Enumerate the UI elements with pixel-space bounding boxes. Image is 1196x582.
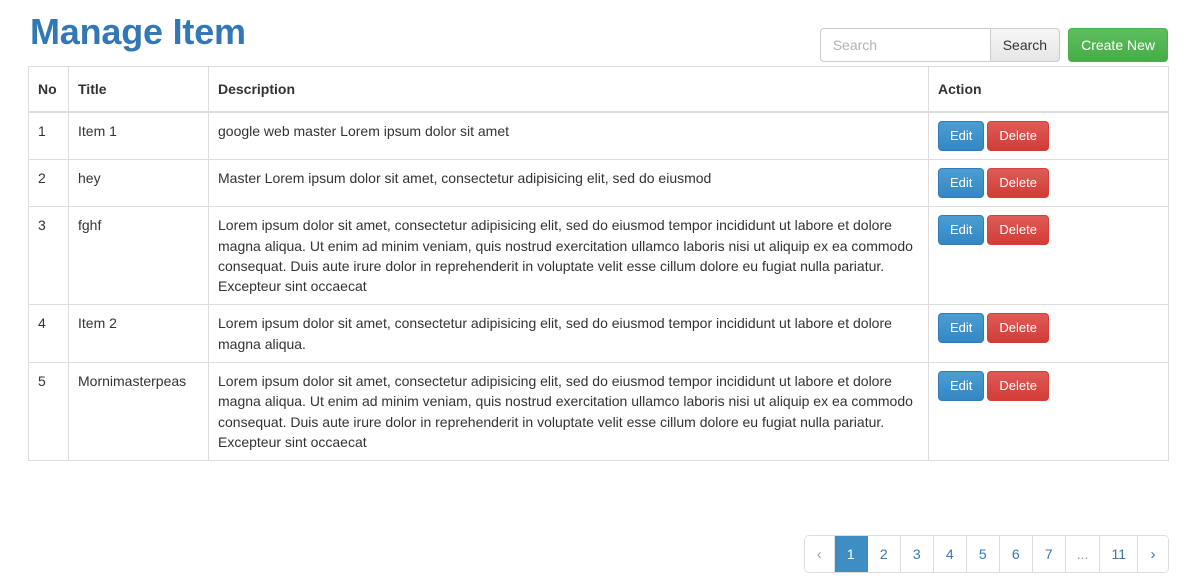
cell-description: Lorem ipsum dolor sit amet, consectetur … <box>208 206 929 306</box>
pagination-ellipsis: ... <box>1065 536 1101 572</box>
cell-no: 4 <box>28 304 69 364</box>
column-header-no: No <box>28 66 69 114</box>
cell-title: hey <box>68 159 209 208</box>
header-tools: Search Create New <box>819 28 1168 62</box>
cell-no: 1 <box>28 111 69 161</box>
create-new-button[interactable]: Create New <box>1068 28 1168 62</box>
manage-item-page: Manage Item Search Create New No Title D… <box>0 0 1196 582</box>
table-row: 3 fghf Lorem ipsum dolor sit amet, conse… <box>28 206 1169 306</box>
table-head: No Title Description Action <box>28 66 1169 114</box>
page-header: Manage Item Search Create New <box>28 0 1168 66</box>
pagination-page-5[interactable]: 5 <box>966 536 1000 572</box>
column-header-description: Description <box>208 66 929 114</box>
delete-button[interactable]: Delete <box>987 215 1049 246</box>
column-header-action: Action <box>928 66 1169 114</box>
edit-button[interactable]: Edit <box>938 313 985 344</box>
cell-action: Edit Delete <box>928 304 1169 364</box>
delete-button[interactable]: Delete <box>987 121 1049 152</box>
cell-title: Mornimasterpeas <box>68 362 209 462</box>
edit-button[interactable]: Edit <box>938 215 985 246</box>
table-header-row: No Title Description Action <box>28 66 1169 114</box>
table-row: 2 hey Master Lorem ipsum dolor sit amet,… <box>28 159 1169 208</box>
delete-button[interactable]: Delete <box>987 168 1049 199</box>
delete-button[interactable]: Delete <box>987 313 1049 344</box>
items-table: No Title Description Action 1 Item 1 goo… <box>28 66 1169 462</box>
cell-title: fghf <box>68 206 209 306</box>
search-group: Search <box>819 28 1061 62</box>
pagination: ‹ 1 2 3 4 5 6 7 ... 11 › <box>804 536 1168 572</box>
table-body: 1 Item 1 google web master Lorem ipsum d… <box>28 111 1169 462</box>
pagination-page-1[interactable]: 1 <box>834 536 868 572</box>
cell-no: 2 <box>28 159 69 208</box>
cell-title: Item 1 <box>68 111 209 161</box>
table-row: 5 Mornimasterpeas Lorem ipsum dolor sit … <box>28 362 1169 462</box>
pagination-page-2[interactable]: 2 <box>867 536 901 572</box>
pagination-page-4[interactable]: 4 <box>933 536 967 572</box>
edit-button[interactable]: Edit <box>938 371 985 402</box>
table-row: 4 Item 2 Lorem ipsum dolor sit amet, con… <box>28 304 1169 364</box>
cell-action: Edit Delete <box>928 111 1169 161</box>
pagination-next[interactable]: › <box>1138 536 1168 572</box>
search-button[interactable]: Search <box>989 28 1061 62</box>
table-row: 1 Item 1 google web master Lorem ipsum d… <box>28 111 1169 161</box>
cell-description: google web master Lorem ipsum dolor sit … <box>208 111 929 161</box>
search-input[interactable] <box>819 28 990 62</box>
pagination-prev[interactable]: ‹ <box>804 536 835 572</box>
page-title: Manage Item <box>30 11 246 52</box>
cell-description: Lorem ipsum dolor sit amet, consectetur … <box>208 362 929 462</box>
pagination-wrapper: ‹ 1 2 3 4 5 6 7 ... 11 › <box>804 536 1168 572</box>
edit-button[interactable]: Edit <box>938 121 985 152</box>
cell-action: Edit Delete <box>928 206 1169 306</box>
cell-no: 5 <box>28 362 69 462</box>
cell-no: 3 <box>28 206 69 306</box>
delete-button[interactable]: Delete <box>987 371 1049 402</box>
edit-button[interactable]: Edit <box>938 168 985 199</box>
pagination-page-7[interactable]: 7 <box>1032 536 1066 572</box>
pagination-page-6[interactable]: 6 <box>999 536 1033 572</box>
cell-action: Edit Delete <box>928 159 1169 208</box>
pagination-page-11[interactable]: 11 <box>1100 536 1138 572</box>
cell-description: Lorem ipsum dolor sit amet, consectetur … <box>208 304 929 364</box>
cell-action: Edit Delete <box>928 362 1169 462</box>
pagination-page-3[interactable]: 3 <box>900 536 934 572</box>
cell-description: Master Lorem ipsum dolor sit amet, conse… <box>208 159 929 208</box>
column-header-title: Title <box>68 66 209 114</box>
cell-title: Item 2 <box>68 304 209 364</box>
